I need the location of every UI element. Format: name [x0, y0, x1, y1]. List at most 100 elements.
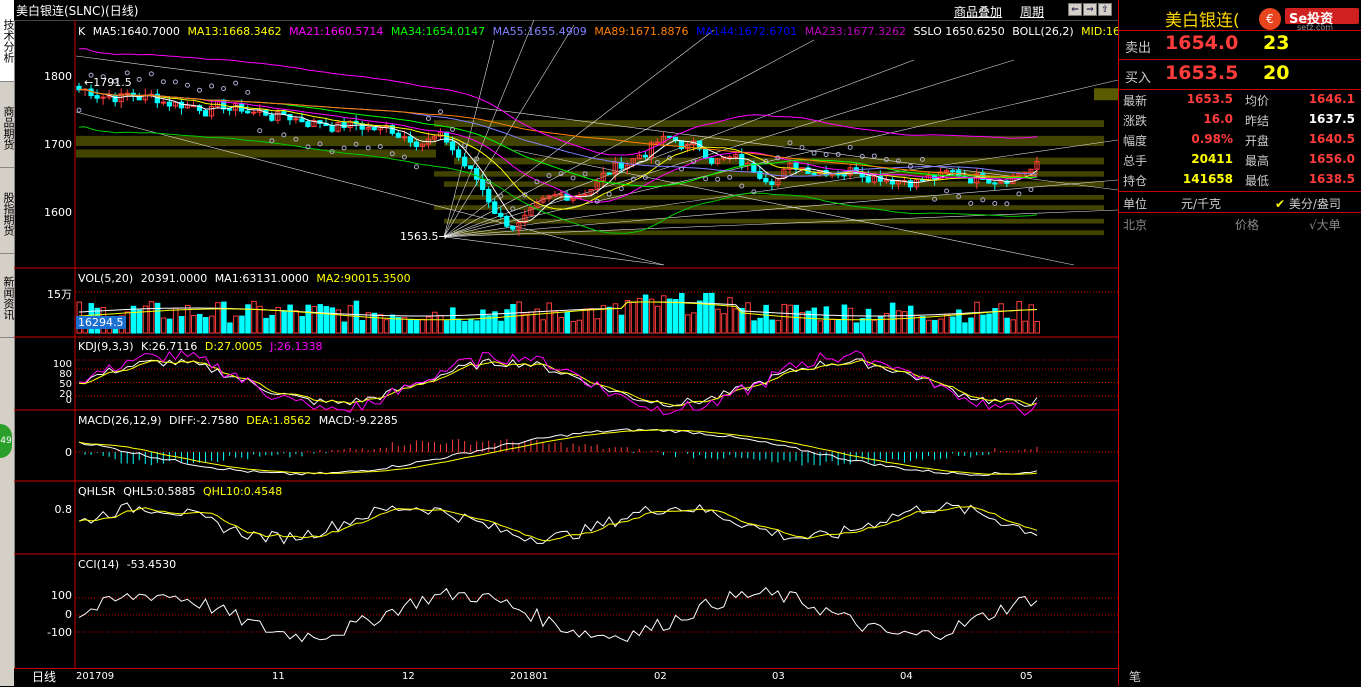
- volume-bar: [847, 307, 854, 334]
- stat-value: 1640.5: [1308, 132, 1355, 146]
- volume-bar: [341, 321, 348, 334]
- stat-row: 幅度 0.98% 开盘 1640.5: [1119, 132, 1361, 152]
- chart-title: 美白银连(SLNC)(日线): [16, 4, 139, 18]
- tick-tab[interactable]: 笔: [1129, 668, 1141, 685]
- volume-bar: [793, 304, 799, 334]
- volume-bar: [865, 308, 872, 334]
- candle-body: [709, 157, 715, 164]
- candle-body: [968, 177, 974, 184]
- volume-bar: [679, 292, 685, 334]
- sar-dot: [944, 188, 950, 194]
- volume-bar: [516, 301, 522, 334]
- candle-body: [269, 114, 275, 121]
- time-label-05: 05: [1020, 671, 1033, 682]
- gann-fan-line: [443, 236, 665, 266]
- volume-bar: [172, 307, 179, 334]
- volume-bar: [823, 306, 830, 334]
- scroll-left-icon[interactable]: ⇐: [1068, 3, 1082, 16]
- candle-body: [678, 140, 685, 150]
- tab-commodity-futures[interactable]: 商品期货: [0, 88, 15, 168]
- volume-bar: [317, 304, 324, 334]
- unit-option-label: 美分/盎司: [1288, 197, 1341, 211]
- volume-bar: [281, 310, 287, 334]
- candle-body: [94, 95, 100, 99]
- volume-bar: [299, 316, 305, 334]
- volume-bar: [347, 305, 354, 334]
- stat-row: 总手 20411 最高 1656.0: [1119, 152, 1361, 172]
- volume-bar: [130, 305, 137, 334]
- volume-bar: [901, 311, 908, 334]
- cci-legend: CCI(14) -53.4530: [78, 558, 180, 571]
- unit-value[interactable]: 元/千克: [1181, 195, 1221, 212]
- period-button-daily[interactable]: 日线: [14, 668, 74, 686]
- volume-bar: [672, 298, 679, 334]
- tab-index-futures[interactable]: 股指期货: [0, 174, 15, 254]
- volume-bar: [492, 311, 498, 334]
- volume-bar: [221, 301, 227, 334]
- quote-panel: 美白银连( € Se投资 setz.com 卖出 1654.0 23 买入 16…: [1118, 0, 1361, 686]
- volume-bar: [727, 297, 733, 334]
- volume-bar: [751, 320, 757, 334]
- sar-dot: [245, 89, 251, 95]
- volume-bar: [974, 301, 980, 334]
- candle-body: [462, 156, 468, 167]
- commodity-overlay-link[interactable]: 商品叠加: [954, 3, 1002, 20]
- volume-bar: [895, 310, 902, 334]
- stat-label: 最高: [1245, 154, 1270, 168]
- vol-cursor-value: 16294.5: [76, 316, 126, 329]
- period-link[interactable]: 周期: [1020, 3, 1044, 20]
- volume-bar: [233, 315, 239, 334]
- sell-label: 卖出: [1125, 41, 1152, 56]
- volume-bar: [468, 318, 474, 334]
- stat-label: 昨结: [1245, 114, 1270, 128]
- candle-body: [202, 110, 209, 117]
- volume-bar: [630, 301, 637, 334]
- cci-axis-0: 0: [65, 608, 72, 621]
- sell-price: 1654.0: [1165, 32, 1239, 54]
- stat-value: 16.0: [1203, 112, 1233, 126]
- tab-technical-analysis[interactable]: 技术分析: [0, 0, 15, 82]
- sar-dot: [124, 70, 130, 76]
- volume-bar: [209, 315, 215, 334]
- unit-option[interactable]: ✔ 美分/盎司: [1275, 195, 1341, 212]
- macd-legend-dea: DEA:1.8562: [246, 414, 312, 427]
- setz-logo[interactable]: € Se投资 setz.com: [1257, 6, 1361, 32]
- volume-bar: [757, 317, 763, 334]
- volume-bar: [859, 318, 866, 334]
- kdj-k-line: [78, 358, 1038, 408]
- volume-bar: [353, 300, 360, 334]
- trend-line: [75, 111, 665, 266]
- volume-bar: [968, 317, 974, 334]
- volume-bar: [588, 308, 595, 334]
- candle-body: [371, 127, 377, 131]
- vol-legend-ma2: MA2:90015.3500: [316, 272, 411, 285]
- scroll-right-icon[interactable]: ⇒: [1083, 3, 1097, 16]
- volume-bar: [703, 293, 709, 334]
- candle-body: [841, 174, 847, 177]
- time-label-02: 02: [654, 671, 667, 682]
- zoom-in-icon[interactable]: ⇧: [1098, 3, 1112, 16]
- buy-row: 买入 1653.5 20: [1119, 62, 1361, 88]
- volume-bar: [582, 308, 589, 334]
- candle-body: [907, 180, 914, 188]
- candle-body: [166, 101, 172, 107]
- macd-legend: MACD(26,12,9) DIFF:-2.7580 DEA:1.8562 MA…: [78, 414, 402, 427]
- chart-area[interactable]: K MA5:1640.7000 MA13:1668.3462 MA21:1660…: [14, 20, 1134, 668]
- candle-body: [299, 118, 305, 123]
- candle-body: [504, 215, 510, 227]
- volume-bar: [305, 304, 311, 334]
- tab-news[interactable]: 新闻资讯: [0, 258, 15, 338]
- volume-bar: [462, 320, 468, 334]
- sar-dot: [172, 79, 178, 85]
- annotation-high: ←1791.5: [84, 76, 132, 89]
- sar-dot: [630, 176, 636, 182]
- candle-body: [455, 149, 462, 158]
- candle-body: [950, 170, 956, 173]
- candle-body: [287, 113, 293, 121]
- trade-col-time: 北京: [1123, 218, 1148, 232]
- sar-dot: [184, 82, 190, 88]
- volume-bar: [166, 318, 173, 334]
- candle-body: [919, 179, 926, 182]
- trade-col-large-order[interactable]: √大单: [1309, 216, 1341, 233]
- volume-bar: [431, 311, 438, 334]
